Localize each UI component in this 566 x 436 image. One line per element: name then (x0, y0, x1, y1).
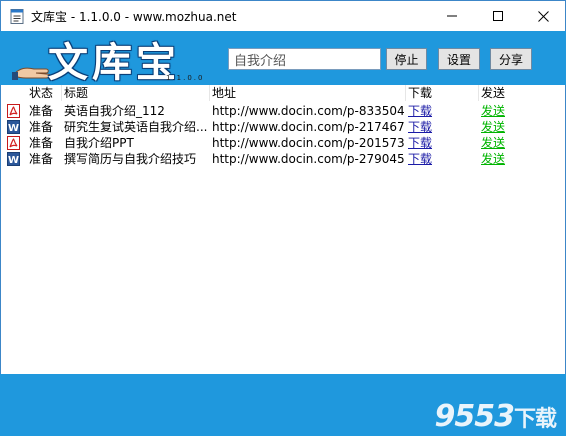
column-divider (478, 85, 479, 101)
download-link[interactable]: 下载 (408, 151, 448, 167)
minimize-icon (447, 15, 457, 17)
column-header-send[interactable]: 发送 (481, 86, 505, 100)
share-button[interactable]: 分享 (490, 48, 532, 70)
word-icon: W (7, 152, 20, 166)
column-divider (405, 85, 406, 101)
logo-text: 文库宝 (48, 39, 180, 86)
search-input[interactable] (228, 48, 381, 70)
url-cell: http://www.docin.com/p-217467407.... (212, 120, 404, 134)
app-logo: 文库宝 1.1.0.0 (12, 32, 212, 86)
column-divider (61, 85, 62, 101)
title-bar: 文库宝 - 1.1.0.0 - www.mozhua.net (0, 0, 566, 31)
title-cell: 英语自我介绍_112 (64, 104, 165, 118)
pdf-icon (7, 104, 20, 118)
table-row[interactable]: 准备 英语自我介绍_112 http://www.docin.com/p-833… (1, 103, 566, 119)
close-button[interactable] (520, 1, 566, 31)
column-divider (209, 85, 210, 101)
close-icon (537, 10, 549, 22)
table-row[interactable]: W 准备 撰写简历与自我介绍技巧 http://www.docin.com/p-… (1, 151, 566, 167)
send-link[interactable]: 发送 (481, 103, 521, 119)
status-cell: 准备 (29, 104, 54, 118)
title-cell: 研究生复试英语自我介绍... (64, 120, 208, 134)
column-header-url[interactable]: 地址 (212, 86, 236, 100)
app-icon (10, 9, 24, 24)
stop-button[interactable]: 停止 (386, 48, 427, 70)
table-row[interactable]: 准备 自我介绍PPT http://www.docin.com/p-201573… (1, 135, 566, 151)
window-title: 文库宝 - 1.1.0.0 - www.mozhua.net (31, 10, 237, 24)
status-band: 9553下载 (0, 374, 566, 436)
logo-version: 1.1.0.0 (166, 74, 205, 82)
svg-text:W: W (8, 123, 19, 134)
pdf-icon (7, 136, 20, 150)
send-link[interactable]: 发送 (481, 135, 521, 151)
table-header: 状态 标题 地址 下载 发送 (1, 85, 566, 101)
watermark-digits: 9553 (434, 399, 514, 434)
status-cell: 准备 (29, 120, 54, 134)
title-cell: 自我介绍PPT (64, 136, 134, 150)
url-cell: http://www.docin.com/p-201573574.... (212, 136, 404, 150)
settings-button[interactable]: 设置 (438, 48, 480, 70)
download-link[interactable]: 下载 (408, 135, 448, 151)
status-cell: 准备 (29, 136, 54, 150)
watermark-suffix: 下载 (513, 407, 557, 432)
download-link[interactable]: 下载 (408, 103, 448, 119)
word-icon: W (7, 120, 20, 134)
table-row[interactable]: W 准备 研究生复试英语自我介绍... http://www.docin.com… (1, 119, 566, 135)
column-header-download[interactable]: 下载 (408, 86, 432, 100)
url-cell: http://www.docin.com/p-833504671.... (212, 104, 404, 118)
toolbar-header: 文库宝 1.1.0.0 停止 设置 分享 (0, 31, 566, 86)
task-table: 状态 标题 地址 下载 发送 准备 英语自我介绍_112 http://www.… (0, 85, 566, 374)
status-cell: 准备 (29, 152, 54, 166)
column-header-title[interactable]: 标题 (64, 86, 88, 100)
send-link[interactable]: 发送 (481, 119, 521, 135)
watermark: 9553下载 (434, 399, 557, 434)
title-cell: 撰写简历与自我介绍技巧 (64, 152, 197, 166)
url-cell: http://www.docin.com/p-279045229.... (212, 152, 404, 166)
send-link[interactable]: 发送 (481, 151, 521, 167)
minimize-button[interactable] (429, 1, 475, 31)
column-header-status[interactable]: 状态 (29, 86, 53, 100)
download-link[interactable]: 下载 (408, 119, 448, 135)
maximize-icon (493, 11, 503, 21)
svg-text:W: W (8, 155, 19, 166)
maximize-button[interactable] (475, 1, 521, 31)
